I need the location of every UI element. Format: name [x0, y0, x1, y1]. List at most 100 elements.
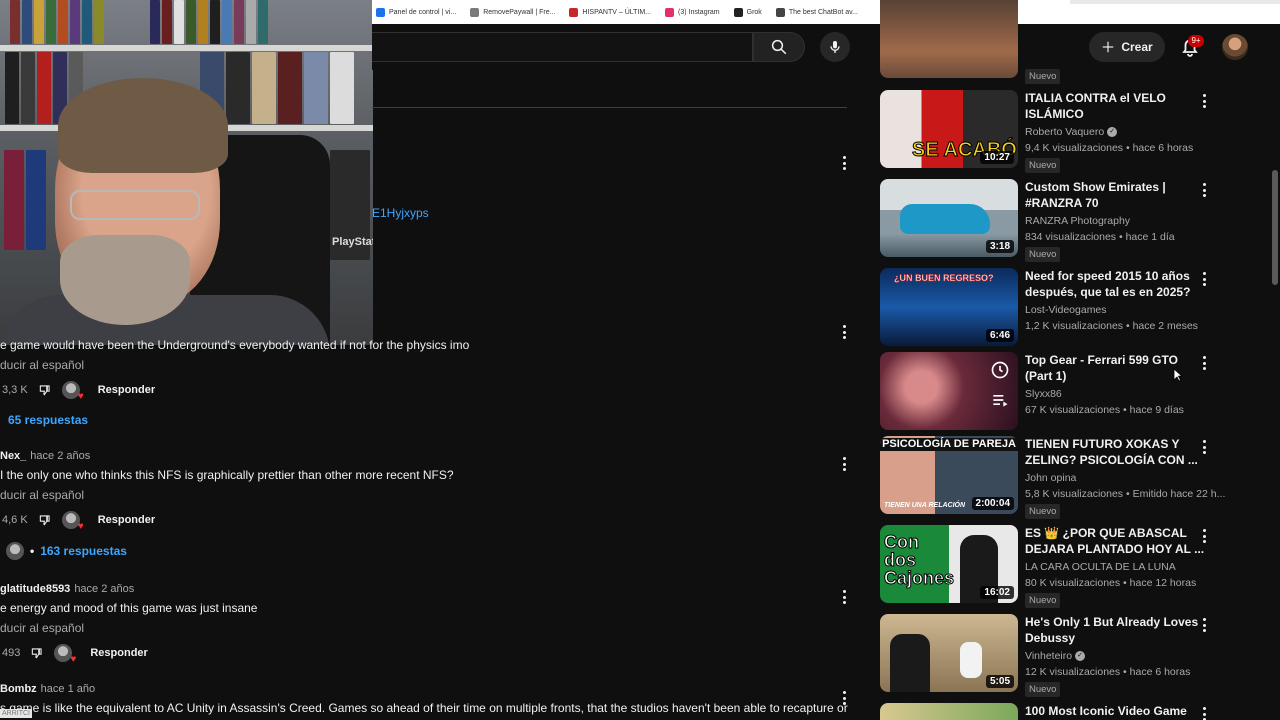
related-video-item[interactable]: Con dos Cajones 16:02 ES 👑 ¿POR QUE ABAS…	[880, 525, 1220, 608]
related-video-item[interactable]: PSICOLOGÍA DE PAREJA TIENEN UNA RELACIÓN…	[880, 436, 1225, 519]
creator-heart-avatar: ♥	[61, 381, 84, 402]
author-name[interactable]: Bombz	[0, 683, 37, 695]
more-options-icon[interactable]	[842, 156, 846, 170]
chatbot-icon	[775, 7, 785, 17]
bookmark-item[interactable]: (3) Instagram	[665, 7, 720, 17]
like-count: 4,6 K	[2, 514, 28, 526]
translate-link[interactable]: ducir al español	[0, 488, 84, 502]
comment-text: e game would have been the Underground's…	[0, 338, 470, 352]
comment-more-icon[interactable]	[842, 590, 846, 604]
channel-name[interactable]: Lost-Videogames	[1025, 304, 1107, 316]
author-name[interactable]: glatitude8593	[0, 583, 70, 595]
dislike-icon[interactable]	[30, 646, 44, 660]
view-replies-button[interactable]: 65 respuestas	[8, 413, 88, 427]
comment-author: Nex_ hace 2 años	[0, 450, 90, 462]
video-thumbnail[interactable]	[880, 0, 1018, 78]
video-duration: 6:46	[985, 329, 1014, 342]
channel-name[interactable]: John opina	[1025, 472, 1076, 484]
reply-button[interactable]: Responder	[98, 384, 155, 396]
bookmark-favicon-icon	[569, 7, 579, 17]
account-avatar[interactable]	[1222, 34, 1248, 60]
video-more-icon[interactable]	[1202, 94, 1206, 108]
video-more-icon[interactable]	[1202, 529, 1206, 543]
video-more-icon[interactable]	[1202, 183, 1206, 197]
heart-icon: ♥	[77, 391, 84, 402]
bookmark-item[interactable]: Panel de control | vi...	[376, 7, 456, 17]
dislike-icon[interactable]	[38, 513, 52, 527]
video-thumbnail[interactable]: SE ACABÓ 10:27	[880, 90, 1018, 168]
translate-link[interactable]: ducir al español	[0, 621, 84, 635]
reply-button[interactable]: Responder	[90, 647, 147, 659]
video-duration: 2:00:04	[971, 497, 1014, 510]
corner-tag: ARRITCI	[0, 709, 32, 718]
verified-icon: ✓	[1107, 127, 1118, 138]
voice-search-button[interactable]	[820, 32, 850, 62]
channel-name[interactable]: LA CARA OCULTA DE LA LUNA	[1025, 561, 1176, 573]
mouse-cursor-icon	[1173, 368, 1183, 382]
related-video-item[interactable]: 3:18 Custom Show Emirates | #RANZRA 70 R…	[880, 179, 1220, 262]
watch-later-icon[interactable]	[990, 360, 1010, 380]
comment-more-icon[interactable]	[842, 325, 846, 339]
dislike-icon[interactable]	[38, 383, 52, 397]
thumbnail-text: Con dos Cajones	[884, 532, 955, 588]
video-more-icon[interactable]	[1202, 272, 1206, 286]
like-count: 493	[2, 647, 21, 659]
scrollbar[interactable]	[1272, 170, 1278, 285]
related-video-item[interactable]: 5:05 He's Only 1 But Already Loves Debus…	[880, 614, 1220, 697]
video-more-icon[interactable]	[1202, 440, 1206, 454]
video-thumbnail[interactable]: 3:18	[880, 179, 1018, 257]
bookmark-item[interactable]: HISPANTV – ÚLTIM...	[569, 7, 651, 17]
search-button[interactable]	[753, 32, 805, 62]
thumbnail-text: PSICOLOGÍA DE PAREJA	[880, 438, 1018, 451]
video-thumbnail[interactable]	[880, 352, 1018, 430]
view-replies-button[interactable]: • 163 respuestas	[6, 542, 127, 560]
replier-avatar	[6, 542, 24, 560]
channel-name[interactable]: Vinheteiro ✓	[1025, 650, 1086, 662]
bookmark-item[interactable]: Grok	[733, 7, 762, 17]
description-link[interactable]: E1Hyjxyps	[372, 206, 429, 220]
video-thumbnail[interactable]: PSICOLOGÍA DE PAREJA TIENEN UNA RELACIÓN…	[880, 436, 1018, 514]
channel-name[interactable]: RANZRA Photography	[1025, 215, 1130, 227]
related-video-item[interactable]: 100 Most Iconic Video Game	[880, 703, 1220, 720]
replies-count: 163 respuestas	[40, 544, 127, 558]
video-more-icon[interactable]	[1202, 618, 1206, 632]
comment-time: hace 1 año	[40, 683, 96, 695]
instagram-icon	[665, 7, 675, 17]
video-thumbnail[interactable]: Con dos Cajones 16:02	[880, 525, 1018, 603]
translate-link[interactable]: ducir al español	[0, 358, 84, 372]
video-thumbnail[interactable]: 5:05	[880, 614, 1018, 692]
video-title[interactable]: ES 👑 ¿POR QUE ABASCAL DEJARA PLANTADO HO…	[1025, 525, 1205, 557]
video-title[interactable]: TIENEN FUTURO XOKAS Y ZELING? PSICOLOGÍA…	[1025, 436, 1205, 468]
search-input[interactable]	[372, 32, 753, 62]
video-more-icon[interactable]	[1202, 356, 1206, 370]
video-duration: 10:27	[980, 151, 1014, 164]
person-shape	[890, 634, 930, 692]
video-title[interactable]: 100 Most Iconic Video Game	[1025, 703, 1205, 719]
youtube-watch-page: PlayStat Panel de control | vi... Remove…	[0, 0, 1280, 720]
video-title[interactable]: ITALIA CONTRA el VELO ISLÁMICO	[1025, 90, 1205, 122]
reply-button[interactable]: Responder	[98, 514, 155, 526]
video-thumbnail[interactable]: ¿UN BUEN REGRESO? 6:46	[880, 268, 1018, 346]
video-title[interactable]: He's Only 1 But Already Loves Debussy	[1025, 614, 1205, 646]
channel-name[interactable]: Slyxx86	[1025, 388, 1062, 400]
video-meta: 1,2 K visualizaciones • hace 2 meses	[1025, 320, 1198, 332]
new-badge: Nuevo	[1025, 593, 1061, 608]
channel-name[interactable]: Roberto Vaquero ✓	[1025, 126, 1118, 138]
video-meta: 5,8 K visualizaciones • Emitido hace 22 …	[1025, 488, 1226, 500]
video-thumbnail[interactable]	[880, 703, 1018, 720]
search-icon	[771, 39, 787, 55]
comment-more-icon[interactable]	[842, 457, 846, 471]
comment-actions: 3,3 K ♥ Responder	[2, 381, 155, 402]
add-to-queue-icon[interactable]	[990, 390, 1010, 410]
video-more-icon[interactable]	[1202, 707, 1206, 720]
bookmark-item[interactable]: The best ChatBot av...	[775, 7, 858, 17]
comment-text: s game is like the equivalent to AC Unit…	[0, 701, 848, 715]
related-video-item[interactable]: Nuevo	[880, 0, 1220, 84]
related-video-item[interactable]: SE ACABÓ 10:27 ITALIA CONTRA el VELO ISL…	[880, 90, 1220, 173]
author-name[interactable]: Nex_	[0, 450, 26, 462]
video-title[interactable]: Custom Show Emirates | #RANZRA 70	[1025, 179, 1205, 211]
related-video-item[interactable]: ¿UN BUEN REGRESO? 6:46 Need for speed 20…	[880, 268, 1220, 348]
related-video-item[interactable]: Top Gear - Ferrari 599 GTO (Part 1) Slyx…	[880, 352, 1220, 432]
video-title[interactable]: Need for speed 2015 10 años después, que…	[1025, 268, 1205, 300]
bookmark-item[interactable]: RemovePaywall | Fre...	[470, 7, 555, 17]
